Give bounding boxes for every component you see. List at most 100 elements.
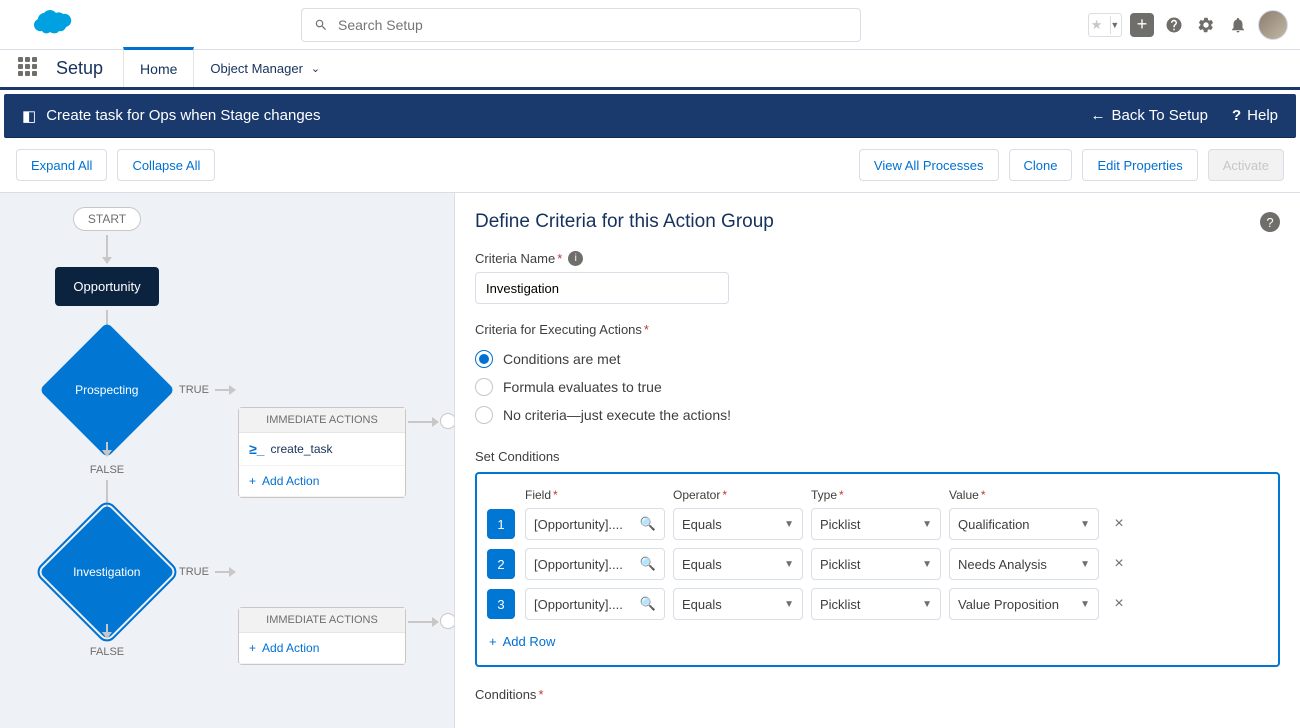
notifications-bell-icon[interactable] [1226,13,1250,37]
row-number: 1 [487,509,515,539]
row-number: 3 [487,589,515,619]
search-icon: 🔍 [640,556,656,572]
chevron-down-icon: ▼ [922,599,932,610]
collapse-all-button[interactable]: Collapse All [117,149,215,181]
help-icon[interactable] [1162,13,1186,37]
activate-button: Activate [1208,149,1284,181]
add-row-button[interactable]: +Add Row [487,628,1268,655]
immediate-actions-card-1: IMMEDIATE ACTIONS ≥_create_task +Add Act… [238,407,406,498]
value-select[interactable]: Qualification▼ [949,508,1099,540]
conditions-label: Conditions [475,687,544,702]
true-label: TRUE [179,566,209,578]
radio-icon [475,406,493,424]
field-picker[interactable]: [Opportunity]....🔍 [525,588,665,620]
delete-row-button[interactable]: × [1107,555,1131,573]
conditions-box: Field Operator Type Value 1 [Opportunity… [475,472,1280,667]
criteria-name-label: Criteria Name [475,251,562,266]
expand-all-button[interactable]: Expand All [16,149,107,181]
col-field: Field [525,488,665,502]
type-select[interactable]: Picklist▼ [811,548,941,580]
question-icon: ? [1232,107,1241,124]
col-operator: Operator [673,488,803,502]
field-picker[interactable]: [Opportunity]....🔍 [525,508,665,540]
delete-row-button[interactable]: × [1107,595,1131,613]
app-launcher-icon[interactable] [18,57,42,81]
condition-row: 3 [Opportunity]....🔍 Equals▼ Picklist▼ V… [487,588,1268,620]
object-node[interactable]: Opportunity [55,267,158,306]
search-input[interactable] [338,17,848,33]
app-title: Setup [56,58,103,79]
edit-properties-button[interactable]: Edit Properties [1082,149,1197,181]
chevron-down-icon: ▼ [1080,519,1090,530]
condition-row: 2 [Opportunity]....🔍 Equals▼ Picklist▼ N… [487,548,1268,580]
immediate-actions-header: IMMEDIATE ACTIONS [239,608,405,633]
chevron-down-icon: ▼ [1080,599,1090,610]
col-value: Value [949,488,1099,502]
radio-conditions-met[interactable]: Conditions are met [475,345,1280,373]
false-label: FALSE [90,646,124,658]
type-select[interactable]: Picklist▼ [811,588,941,620]
criteria-node-investigation[interactable]: Investigation [39,504,175,640]
exec-criteria-label: Criteria for Executing Actions [475,322,649,337]
tab-home[interactable]: Home [123,47,194,87]
criteria-node-prospecting[interactable]: Prospecting [39,322,175,458]
plus-icon: + [249,474,256,488]
action-item[interactable]: ≥_create_task [239,433,405,466]
type-select[interactable]: Picklist▼ [811,508,941,540]
true-label: TRUE [179,384,209,396]
info-icon[interactable]: i [568,251,583,266]
panel-title: Define Criteria for this Action Group [475,211,774,233]
global-create-button[interactable]: + [1130,13,1154,37]
global-search[interactable] [301,8,861,42]
col-type: Type [811,488,941,502]
panel-help-icon[interactable]: ? [1260,212,1280,232]
plus-icon: + [249,641,256,655]
plus-icon: + [489,634,497,649]
criteria-panel: Define Criteria for this Action Group ? … [455,192,1300,728]
field-picker[interactable]: [Opportunity]....🔍 [525,548,665,580]
immediate-actions-card-2: IMMEDIATE ACTIONS +Add Action [238,607,406,665]
row-number: 2 [487,549,515,579]
radio-icon [475,350,493,368]
radio-no-criteria[interactable]: No criteria—just execute the actions! [475,401,1280,429]
operator-select[interactable]: Equals▼ [673,548,803,580]
flow-icon: ≥_ [249,441,264,457]
favorites-menu[interactable]: ★▼ [1088,13,1122,37]
radio-formula[interactable]: Formula evaluates to true [475,373,1280,401]
chevron-down-icon: ▼ [784,519,794,530]
user-avatar[interactable] [1258,10,1288,40]
chevron-down-icon: ⌄ [311,62,320,75]
start-node: START [73,207,141,231]
add-action-button[interactable]: +Add Action [239,633,405,664]
chevron-down-icon: ▼ [784,559,794,570]
add-action-button[interactable]: +Add Action [239,466,405,497]
search-icon: 🔍 [640,516,656,532]
radio-icon [475,378,493,396]
help-link[interactable]: ?Help [1232,107,1278,124]
value-select[interactable]: Needs Analysis▼ [949,548,1099,580]
clone-button[interactable]: Clone [1009,149,1073,181]
delete-row-button[interactable]: × [1107,515,1131,533]
back-to-setup-link[interactable]: ←Back To Setup [1091,107,1208,124]
chevron-down-icon: ▼ [1080,559,1090,570]
process-canvas: START Opportunity Prospecting TRUE FALSE… [0,192,455,728]
setup-gear-icon[interactable] [1194,13,1218,37]
chevron-down-icon: ▼ [784,599,794,610]
process-icon: ◧ [22,107,36,125]
process-name: Create task for Ops when Stage changes [46,107,320,124]
value-select[interactable]: Value Proposition▼ [949,588,1099,620]
tab-object-manager[interactable]: Object Manager⌄ [194,61,336,76]
operator-select[interactable]: Equals▼ [673,588,803,620]
chevron-down-icon: ▼ [922,559,932,570]
condition-row: 1 [Opportunity]....🔍 Equals▼ Picklist▼ Q… [487,508,1268,540]
arrow-left-icon: ← [1091,107,1106,124]
immediate-actions-header: IMMEDIATE ACTIONS [239,408,405,433]
false-label: FALSE [90,464,124,476]
salesforce-logo [12,5,74,44]
view-all-processes-button[interactable]: View All Processes [859,149,999,181]
search-icon: 🔍 [640,596,656,612]
criteria-name-input[interactable] [475,272,729,304]
operator-select[interactable]: Equals▼ [673,508,803,540]
set-conditions-label: Set Conditions [475,449,1280,464]
chevron-down-icon: ▼ [922,519,932,530]
